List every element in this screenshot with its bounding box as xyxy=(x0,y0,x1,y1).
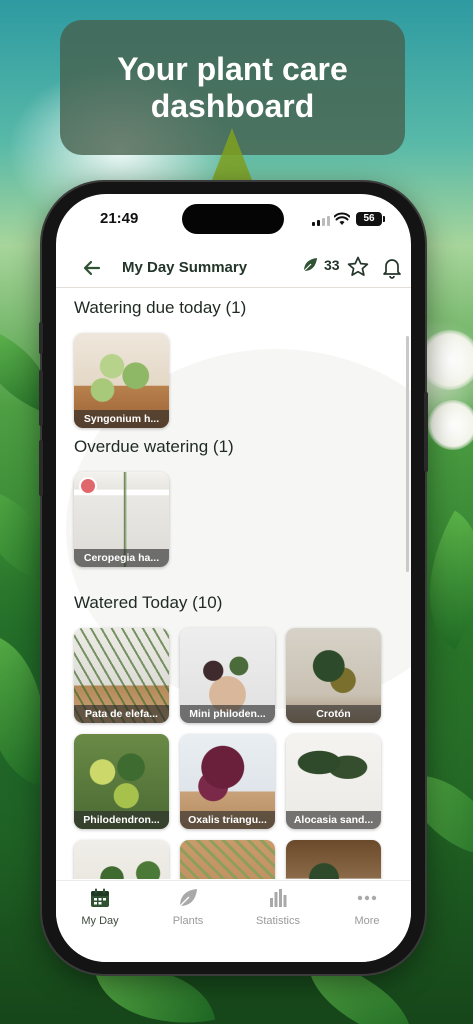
plant-card[interactable]: Pata de elefa... xyxy=(74,628,169,723)
plant-card[interactable]: Alocasia sand... xyxy=(286,734,381,829)
tab-statistics[interactable]: Statistics xyxy=(238,887,318,935)
section-title-overdue: Overdue watering (1) xyxy=(74,437,234,456)
plant-name: Mini philoden... xyxy=(180,705,275,723)
tab-label: My Day xyxy=(81,915,119,927)
leaf-icon xyxy=(179,889,197,907)
points-count: 33 xyxy=(324,257,340,273)
more-dots-icon xyxy=(357,895,377,901)
day-summary-content[interactable]: Watering due today (1) Syngonium h... Ov… xyxy=(56,289,411,879)
plant-card[interactable]: Mini philoden... xyxy=(180,628,275,723)
plant-card[interactable]: Syngonium h... xyxy=(74,333,169,428)
battery-icon: 56 xyxy=(356,212,385,226)
plant-card[interactable]: Crotón xyxy=(286,628,381,723)
bell-icon[interactable] xyxy=(380,255,404,279)
points-counter[interactable]: 33 xyxy=(302,257,340,273)
phone-screen: 21:49 56 My Day Summary 33 Watering due … xyxy=(56,194,411,962)
dynamic-island xyxy=(182,204,284,234)
plant-card[interactable] xyxy=(74,840,169,879)
calendar-icon xyxy=(91,888,109,907)
tab-label: More xyxy=(354,915,380,927)
section-title-watered-today: Watered Today (10) xyxy=(74,593,223,612)
plant-card[interactable]: Oxalis triangu... xyxy=(180,734,275,829)
phone-side-button xyxy=(39,322,43,354)
tab-my-day[interactable]: My Day xyxy=(60,887,140,935)
tab-label: Statistics xyxy=(255,915,300,927)
tab-label: Plants xyxy=(172,915,204,927)
plant-name: Syngonium h... xyxy=(74,410,169,428)
banner-plant-tip xyxy=(212,128,252,180)
app-header: My Day Summary 33 xyxy=(56,248,411,288)
page-title: My Day Summary xyxy=(122,259,248,276)
status-time: 21:49 xyxy=(100,210,139,227)
wifi-icon xyxy=(334,212,350,225)
star-icon[interactable] xyxy=(346,255,370,279)
arrow-left-icon[interactable] xyxy=(80,256,104,280)
banner-title: Your plant care dashboard xyxy=(117,50,348,124)
plant-name: Pata de elefa... xyxy=(74,705,169,723)
plant-card[interactable] xyxy=(180,840,275,879)
plant-name: Alocasia sand... xyxy=(286,811,381,829)
phone-side-button xyxy=(39,370,43,426)
status-bar: 21:49 56 xyxy=(56,194,411,246)
leaf-icon xyxy=(303,258,317,272)
tab-more[interactable]: More xyxy=(327,887,407,935)
section-title-watering-due: Watering due today (1) xyxy=(74,298,247,317)
phone-side-button xyxy=(424,392,428,472)
plant-card[interactable]: Ceropegia ha... xyxy=(74,472,169,567)
tab-plants[interactable]: Plants xyxy=(148,887,228,935)
cellular-signal-icon xyxy=(312,216,330,226)
background-flower xyxy=(420,330,473,390)
plant-photo xyxy=(180,840,275,879)
plant-photo xyxy=(74,840,169,879)
plant-name: Ceropegia ha... xyxy=(74,549,169,567)
plant-card[interactable]: Philodendron... xyxy=(74,734,169,829)
plant-card[interactable] xyxy=(286,840,381,879)
scrollbar[interactable] xyxy=(406,336,409,572)
plant-name: Philodendron... xyxy=(74,811,169,829)
bar-chart-icon xyxy=(270,889,287,907)
plant-name: Crotón xyxy=(286,705,381,723)
background-flower xyxy=(428,400,473,450)
plant-name: Oxalis triangu... xyxy=(180,811,275,829)
phone-side-button xyxy=(39,440,43,496)
bottom-tab-bar: My Day Plants Statistics More xyxy=(56,880,411,962)
watering-alert-icon xyxy=(79,477,97,495)
plant-photo xyxy=(286,840,381,879)
